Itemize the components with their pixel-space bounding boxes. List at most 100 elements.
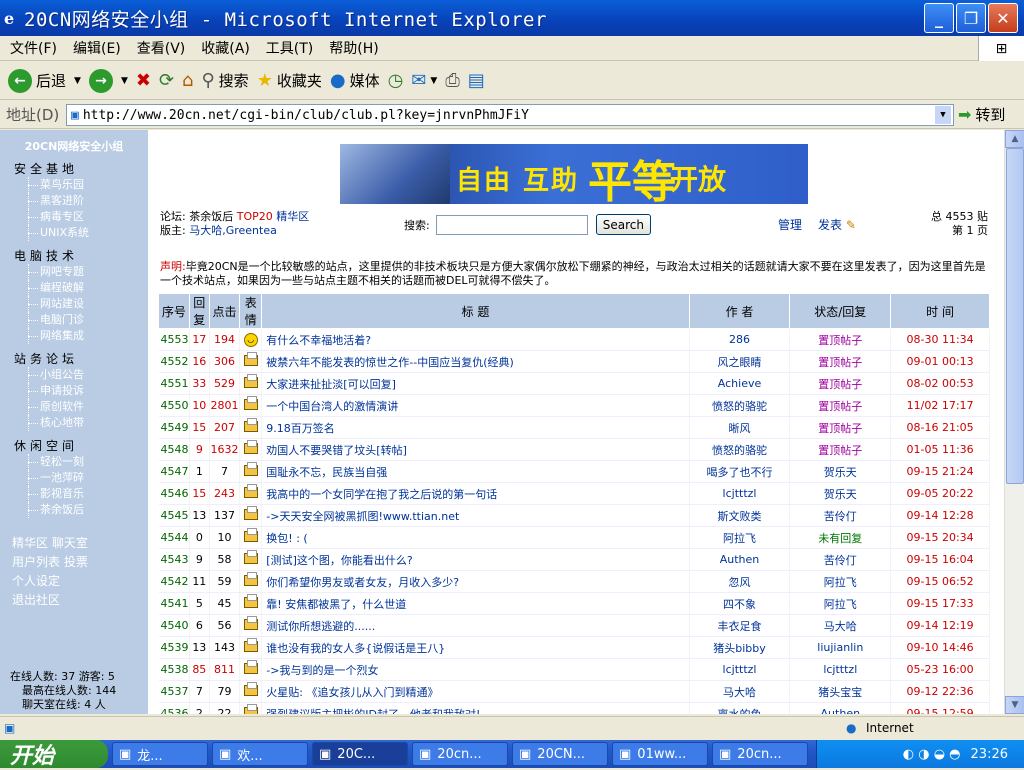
sidebar-item[interactable]: 茶余饭后 xyxy=(28,502,148,518)
column-header[interactable]: 时 间 xyxy=(890,293,990,329)
taskbar-button[interactable]: ▣ 龙... xyxy=(112,742,208,766)
favorites-button[interactable]: ★ 收藏夹 xyxy=(257,70,322,91)
moderator-names[interactable]: 马大哈,Greentea xyxy=(189,224,277,237)
forum-name[interactable]: 茶余饭后 xyxy=(189,210,233,223)
minimize-button[interactable]: _ xyxy=(924,3,954,33)
address-input[interactable]: ▣ http://www.20cn.net/cgi-bin/club/club.… xyxy=(66,104,954,126)
column-header[interactable]: 标 题 xyxy=(261,293,690,329)
status-cell[interactable]: 置顶帖子 xyxy=(789,394,892,417)
author-link[interactable]: 喝多了也不行 xyxy=(689,460,791,483)
sidebar-item[interactable]: 轻松一刻 xyxy=(28,454,148,470)
address-dropdown-icon[interactable]: ▼ xyxy=(935,106,951,124)
thread-title-link[interactable]: ->我与到的是一个烈女 xyxy=(261,658,690,681)
status-cell[interactable]: 苦伶仃 xyxy=(789,504,892,527)
taskbar-button[interactable]: ▣ 20C... xyxy=(312,742,408,766)
status-cell[interactable]: 苦伶仃 xyxy=(789,548,892,571)
status-cell[interactable]: 贺乐天 xyxy=(789,482,892,505)
sidebar-section-title[interactable]: 休闲空间 xyxy=(14,437,148,454)
sidebar-item[interactable]: UNIX系统 xyxy=(28,225,148,241)
refresh-button[interactable]: ⟳ xyxy=(159,70,174,91)
author-link[interactable]: 丰衣足食 xyxy=(689,614,791,637)
scroll-thumb[interactable] xyxy=(1006,148,1024,484)
author-link[interactable]: 马大哈 xyxy=(689,680,791,703)
thread-title-link[interactable]: 测试你所想逃避的...... xyxy=(261,614,690,637)
status-cell[interactable]: 贺乐天 xyxy=(789,460,892,483)
status-cell[interactable]: 置顶帖子 xyxy=(789,372,892,395)
status-cell[interactable]: 置顶帖子 xyxy=(789,328,892,351)
thread-title-link[interactable]: 有什么不幸福地活着? xyxy=(261,328,690,351)
banner-image[interactable]: 自由 互助 平等 开放 xyxy=(340,144,808,204)
taskbar-button[interactable]: ▣ 20cn... xyxy=(712,742,808,766)
forward-button[interactable]: → ▼ xyxy=(88,68,128,93)
thread-title-link[interactable]: 劝国人不要哭错了坟头[转帖] xyxy=(261,438,690,461)
status-cell[interactable]: 置顶帖子 xyxy=(789,416,892,439)
thread-title-link[interactable]: 火星贴: 《追女孩儿从入门到精通》 xyxy=(261,680,690,703)
edit-button[interactable]: ▤ xyxy=(468,70,485,91)
home-button[interactable]: ⌂ xyxy=(182,70,193,91)
history-button[interactable]: ◷ xyxy=(388,70,404,91)
status-cell[interactable]: 置顶帖子 xyxy=(789,438,892,461)
status-cell[interactable]: 置顶帖子 xyxy=(789,350,892,373)
menu-item[interactable]: 帮助(H) xyxy=(329,38,378,58)
media-button[interactable]: ● 媒体 xyxy=(330,70,380,91)
maximize-button[interactable]: ❐ xyxy=(956,3,986,33)
status-cell[interactable]: 未有回复 xyxy=(789,526,892,549)
top20-link[interactable]: TOP20 xyxy=(237,210,273,223)
sidebar-item[interactable]: 网站建设 xyxy=(28,296,148,312)
author-link[interactable]: lcjtttzl xyxy=(689,482,791,505)
sidebar-item[interactable]: 原创软件 xyxy=(28,399,148,415)
sidebar-section-title[interactable]: 安全基地 xyxy=(14,160,148,177)
close-button[interactable]: ✕ xyxy=(988,3,1018,33)
thread-title-link[interactable]: 谁也没有我的女人多{说假话是王八} xyxy=(261,636,690,659)
scroll-down-icon[interactable]: ▼ xyxy=(1005,696,1024,714)
dropdown-arrow-icon[interactable]: ▼ xyxy=(74,76,81,86)
sidebar-section-title[interactable]: 电脑技术 xyxy=(14,247,148,264)
author-link[interactable]: 愤怒的骆驼 xyxy=(689,394,791,417)
menu-item[interactable]: 文件(F) xyxy=(10,38,57,58)
post-link[interactable]: 发表 ✎ xyxy=(818,216,856,233)
thread-title-link[interactable]: 9.18百万签名 xyxy=(261,416,690,439)
status-cell[interactable]: Authen xyxy=(789,702,892,714)
search-input[interactable] xyxy=(435,214,588,235)
status-cell[interactable]: 马大哈 xyxy=(789,614,892,637)
thread-title-link[interactable]: 一个中国台湾人的激情演讲 xyxy=(261,394,690,417)
sidebar-item[interactable]: 电脑门诊 xyxy=(28,312,148,328)
author-link[interactable]: Achieve xyxy=(689,372,791,395)
status-cell[interactable]: 猪头宝宝 xyxy=(789,680,892,703)
thread-title-link[interactable]: 换包! : ( xyxy=(261,526,690,549)
status-cell[interactable]: 阿拉飞 xyxy=(789,592,892,615)
dropdown-arrow-icon[interactable]: ▼ xyxy=(121,76,128,86)
sidebar-item[interactable]: 核心地带 xyxy=(28,415,148,431)
title-bar[interactable]: e 20CN网络安全小组 - Microsoft Internet Explor… xyxy=(0,0,1024,36)
taskbar-button[interactable]: ▣ 01ww... xyxy=(612,742,708,766)
vertical-scrollbar[interactable]: ▲ ▼ xyxy=(1004,130,1024,714)
search-button[interactable]: ⚲ 搜索 xyxy=(201,70,248,91)
back-button[interactable]: ← 后退 ▼ xyxy=(8,68,81,93)
taskbar-button[interactable]: ▣ 20CN... xyxy=(512,742,608,766)
author-link[interactable]: 离水的鱼 xyxy=(689,702,791,714)
dropdown-arrow-icon[interactable]: ▼ xyxy=(430,76,437,86)
column-header[interactable]: 序号 xyxy=(158,293,190,329)
sidebar-link[interactable]: 精华区 聊天室 xyxy=(12,534,148,553)
menu-item[interactable]: 编辑(E) xyxy=(73,38,121,58)
thread-title-link[interactable]: 国耻永不忘，民族当自强 xyxy=(261,460,690,483)
author-link[interactable]: 斯文败类 xyxy=(689,504,791,527)
column-header[interactable]: 回复 xyxy=(188,293,210,329)
scroll-up-icon[interactable]: ▲ xyxy=(1005,130,1024,148)
thread-title-link[interactable]: 大家进来扯扯淡[可以回复] xyxy=(261,372,690,395)
thread-title-link[interactable]: 被禁六年不能发表的惊世之作--中国应当复仇(经典) xyxy=(261,350,690,373)
thread-title-link[interactable]: 你们希望你男友或者女友，月收入多少? xyxy=(261,570,690,593)
thread-title-link[interactable]: 靠! 安焦都被黑了，什么世道 xyxy=(261,592,690,615)
author-link[interactable]: 猪头bibby xyxy=(689,636,791,659)
sidebar-item[interactable]: 菜鸟乐园 xyxy=(28,177,148,193)
author-link[interactable]: 四不象 xyxy=(689,592,791,615)
go-button[interactable]: ➡ 转到 xyxy=(958,104,1005,125)
column-header[interactable]: 点击 xyxy=(208,293,241,329)
sidebar-item[interactable]: 影视音乐 xyxy=(28,486,148,502)
sidebar-item[interactable]: 申请投诉 xyxy=(28,383,148,399)
column-header[interactable]: 状态/回复 xyxy=(789,293,892,329)
sidebar-link[interactable]: 用户列表 投票 xyxy=(12,553,148,572)
sidebar-link[interactable]: 退出社区 xyxy=(12,591,148,610)
sidebar-item[interactable]: 黑客进阶 xyxy=(28,193,148,209)
mail-button[interactable]: ✉ ▼ xyxy=(411,70,437,91)
